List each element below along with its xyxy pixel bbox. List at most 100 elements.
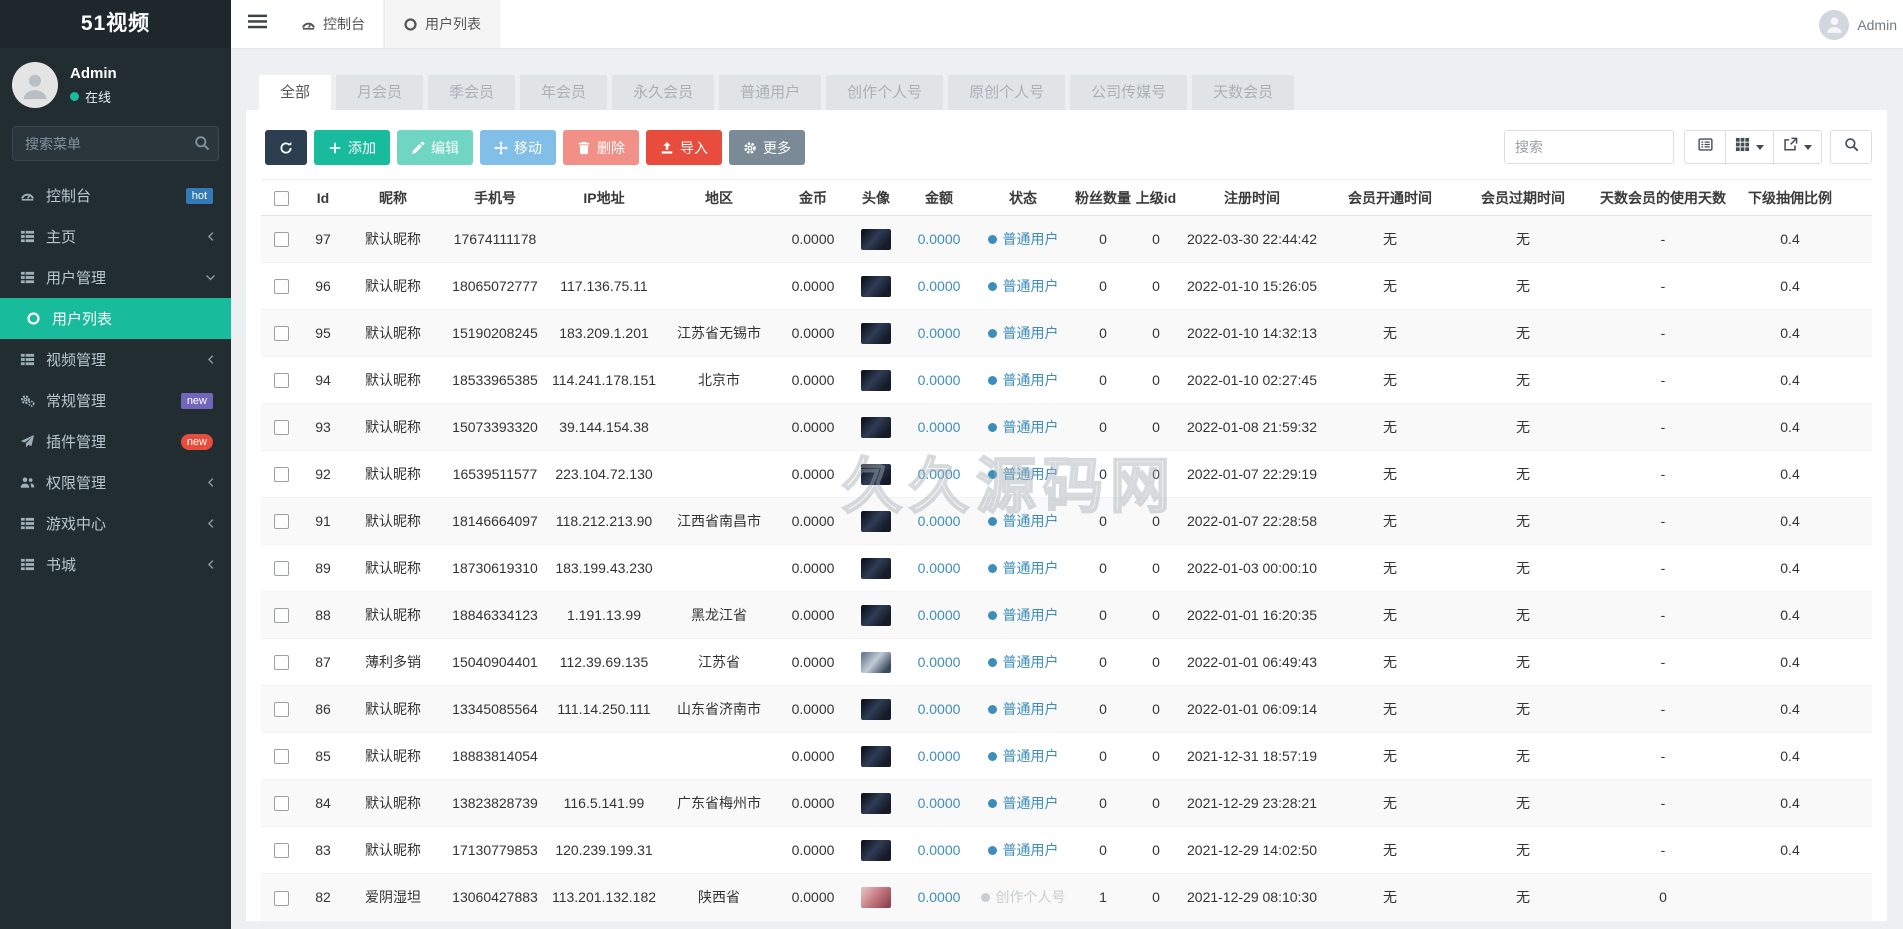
row-checkbox[interactable]	[274, 232, 289, 247]
amount-link[interactable]: 0.0000	[918, 325, 961, 341]
row-checkbox[interactable]	[274, 326, 289, 341]
filter-tab[interactable]: 全部	[259, 75, 331, 110]
user-avatar-image[interactable]	[861, 558, 891, 579]
sidebar-toggle-button[interactable]	[231, 0, 283, 48]
row-checkbox[interactable]	[274, 749, 289, 764]
amount-link[interactable]: 0.0000	[918, 607, 961, 623]
column-header[interactable]: Id	[301, 180, 345, 216]
row-checkbox[interactable]	[274, 373, 289, 388]
sidebar-item[interactable]: 插件管理 new	[0, 421, 231, 462]
sidebar-item[interactable]: 常规管理 new	[0, 380, 231, 421]
sidebar-item[interactable]: 游戏中心	[0, 503, 231, 544]
filter-tab[interactable]: 月会员	[336, 75, 423, 110]
filter-tab[interactable]: 季会员	[428, 75, 515, 110]
amount-link[interactable]: 0.0000	[918, 419, 961, 435]
search-submit-button[interactable]	[1830, 130, 1872, 164]
move-button[interactable]: 移动	[480, 130, 556, 165]
user-avatar-image[interactable]	[861, 417, 891, 438]
row-checkbox[interactable]	[274, 702, 289, 717]
user-avatar-image[interactable]	[861, 370, 891, 391]
user-avatar-image[interactable]	[861, 652, 891, 673]
column-header[interactable]: 0=停	[1845, 180, 1872, 216]
export-button[interactable]	[1774, 130, 1822, 164]
row-checkbox[interactable]	[274, 467, 289, 482]
column-header[interactable]: 地区	[659, 180, 779, 216]
sidebar-item[interactable]: 用户管理	[0, 257, 231, 298]
row-checkbox[interactable]	[274, 891, 289, 906]
row-checkbox[interactable]	[274, 796, 289, 811]
amount-link[interactable]: 0.0000	[918, 513, 961, 529]
select-all-header[interactable]	[261, 180, 301, 216]
row-checkbox[interactable]	[274, 843, 289, 858]
sidebar-item[interactable]: 主页	[0, 216, 231, 257]
column-header[interactable]: 下级抽佣比例	[1735, 180, 1845, 216]
row-checkbox[interactable]	[274, 655, 289, 670]
sidebar-item[interactable]: 书城	[0, 544, 231, 585]
detail-view-button[interactable]	[1684, 130, 1726, 164]
amount-link[interactable]: 0.0000	[918, 560, 961, 576]
amount-link[interactable]: 0.0000	[918, 842, 961, 858]
user-avatar-image[interactable]	[861, 323, 891, 344]
amount-link[interactable]: 0.0000	[918, 748, 961, 764]
column-header[interactable]: 手机号	[441, 180, 549, 216]
filter-tab[interactable]: 普通用户	[719, 75, 821, 110]
sidebar-search-input[interactable]	[12, 126, 219, 161]
select-all-checkbox[interactable]	[274, 191, 289, 206]
add-button[interactable]: 添加	[314, 130, 390, 165]
user-avatar-image[interactable]	[861, 605, 891, 626]
tab-dashboard[interactable]: 控制台	[283, 0, 384, 48]
row-checkbox[interactable]	[274, 279, 289, 294]
more-button[interactable]: 更多	[729, 130, 805, 165]
user-avatar-image[interactable]	[861, 276, 891, 297]
user-avatar-image[interactable]	[861, 840, 891, 861]
tab-user-list[interactable]: 用户列表	[384, 0, 500, 48]
user-avatar[interactable]	[12, 62, 58, 108]
column-header[interactable]: 头像	[847, 180, 905, 216]
user-avatar-image[interactable]	[861, 887, 891, 908]
refresh-button[interactable]	[265, 130, 307, 165]
amount-link[interactable]: 0.0000	[918, 372, 961, 388]
amount-link[interactable]: 0.0000	[918, 654, 961, 670]
app-logo[interactable]: 51视频	[0, 0, 231, 48]
user-avatar-image[interactable]	[861, 699, 891, 720]
table-search-input[interactable]	[1504, 130, 1674, 164]
topbar-user-menu[interactable]: Admin	[1819, 0, 1897, 49]
row-checkbox[interactable]	[274, 420, 289, 435]
amount-link[interactable]: 0.0000	[918, 701, 961, 717]
sidebar-item[interactable]: 控制台 hot	[0, 175, 231, 216]
amount-link[interactable]: 0.0000	[918, 278, 961, 294]
filter-tab[interactable]: 公司传媒号	[1070, 75, 1187, 110]
user-avatar-image[interactable]	[861, 511, 891, 532]
delete-button[interactable]: 删除	[563, 130, 639, 165]
column-header[interactable]: 昵称	[345, 180, 441, 216]
edit-button[interactable]: 编辑	[397, 130, 473, 165]
filter-tab[interactable]: 天数会员	[1192, 75, 1294, 110]
user-avatar-image[interactable]	[861, 793, 891, 814]
amount-link[interactable]: 0.0000	[918, 466, 961, 482]
sidebar-item[interactable]: 视频管理	[0, 339, 231, 380]
column-header[interactable]: 上级id	[1133, 180, 1179, 216]
columns-button[interactable]	[1726, 130, 1774, 164]
user-avatar-image[interactable]	[861, 746, 891, 767]
amount-link[interactable]: 0.0000	[918, 889, 961, 905]
column-header[interactable]: 状态	[973, 180, 1073, 216]
row-checkbox[interactable]	[274, 608, 289, 623]
user-avatar-image[interactable]	[861, 464, 891, 485]
amount-link[interactable]: 0.0000	[918, 231, 961, 247]
filter-tab[interactable]: 年会员	[520, 75, 607, 110]
sidebar-item[interactable]: 用户列表	[0, 298, 231, 339]
column-header[interactable]: 天数会员的使用天数	[1591, 180, 1735, 216]
column-header[interactable]: 粉丝数量	[1073, 180, 1133, 216]
filter-tab[interactable]: 永久会员	[612, 75, 714, 110]
column-header[interactable]: 会员开通时间	[1325, 180, 1455, 216]
amount-link[interactable]: 0.0000	[918, 795, 961, 811]
sidebar-item[interactable]: 权限管理	[0, 462, 231, 503]
user-avatar-image[interactable]	[861, 229, 891, 250]
column-header[interactable]: 金币	[779, 180, 847, 216]
row-checkbox[interactable]	[274, 514, 289, 529]
column-header[interactable]: 会员过期时间	[1455, 180, 1591, 216]
import-button[interactable]: 导入	[646, 130, 722, 165]
column-header[interactable]: IP地址	[549, 180, 659, 216]
column-header[interactable]: 金额	[905, 180, 973, 216]
filter-tab[interactable]: 原创个人号	[948, 75, 1065, 110]
